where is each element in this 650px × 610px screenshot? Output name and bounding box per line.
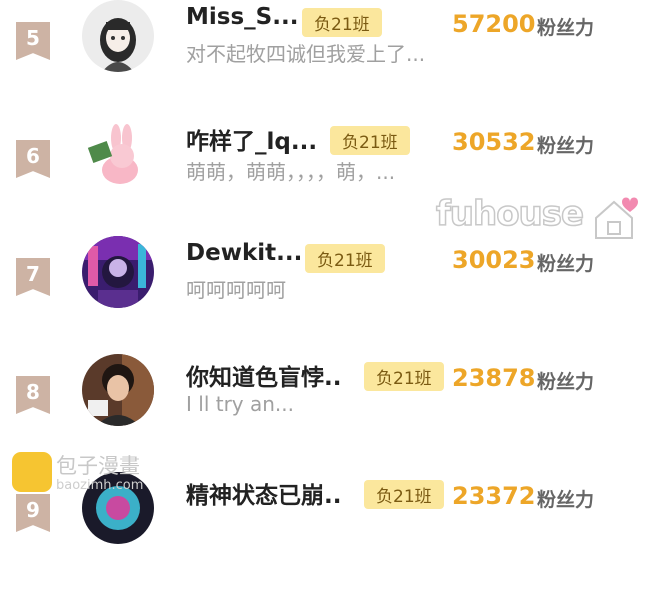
ranking-row-9[interactable]: 9 精神状态已崩.. 负21班 23372 粉丝力 — [0, 472, 650, 610]
avatar[interactable] — [82, 236, 154, 308]
site-watermark-name: 包子漫畫 — [56, 454, 140, 478]
fan-power-unit: 粉丝力 — [537, 253, 595, 275]
class-badge: 负21班 — [302, 8, 382, 37]
avatar[interactable] — [82, 118, 154, 190]
ranking-row-5[interactable]: 5 Miss_S... 负21班 对不起牧四诚但我爱上了... 57200 粉丝… — [0, 0, 650, 138]
user-name[interactable]: 咋样了_lq... — [186, 122, 317, 156]
rank-ribbon: 6 — [16, 140, 50, 178]
site-watermark-url: baozimh.com — [56, 478, 144, 493]
fan-power-unit: 粉丝力 — [537, 371, 595, 393]
fan-power-count: 57200 — [452, 10, 536, 38]
user-name[interactable]: 精神状态已崩.. — [186, 476, 341, 510]
rank-ribbon: 9 — [16, 494, 50, 532]
user-signature: 呵呵呵呵呵 — [186, 278, 286, 302]
rank-ribbon: 8 — [16, 376, 50, 414]
class-badge: 负21班 — [364, 362, 444, 391]
fan-power-unit: 粉丝力 — [537, 489, 595, 511]
user-signature: 对不起牧四诚但我爱上了... — [186, 42, 426, 66]
baozi-logo-icon — [12, 452, 52, 492]
ranking-row-7[interactable]: 7 Dewkit... 负21班 呵呵呵呵呵 30023 粉丝力 — [0, 236, 650, 374]
avatar[interactable] — [82, 354, 154, 426]
rank-ribbon: 5 — [16, 22, 50, 60]
fuhouse-watermark: fuhouse — [435, 193, 585, 235]
user-signature: 萌萌，萌萌，，，，萌，... — [186, 160, 396, 184]
class-badge: 负21班 — [305, 244, 385, 273]
fan-power-unit: 粉丝力 — [537, 135, 595, 157]
user-name[interactable]: Dewkit... — [186, 240, 302, 266]
house-heart-icon — [595, 197, 638, 239]
fan-power-count: 30023 — [452, 246, 536, 274]
rank-ribbon: 7 — [16, 258, 50, 296]
user-signature: I ll try an... — [186, 392, 294, 416]
class-badge: 负21班 — [330, 126, 410, 155]
avatar[interactable] — [82, 0, 154, 72]
fan-power-count: 30532 — [452, 128, 536, 156]
user-name[interactable]: 你知道色盲悖.. — [186, 358, 341, 392]
user-name[interactable]: Miss_S... — [186, 4, 298, 30]
fan-power-unit: 粉丝力 — [537, 17, 595, 39]
fan-power-count: 23878 — [452, 364, 536, 392]
fan-power-count: 23372 — [452, 482, 536, 510]
class-badge: 负21班 — [364, 480, 444, 509]
